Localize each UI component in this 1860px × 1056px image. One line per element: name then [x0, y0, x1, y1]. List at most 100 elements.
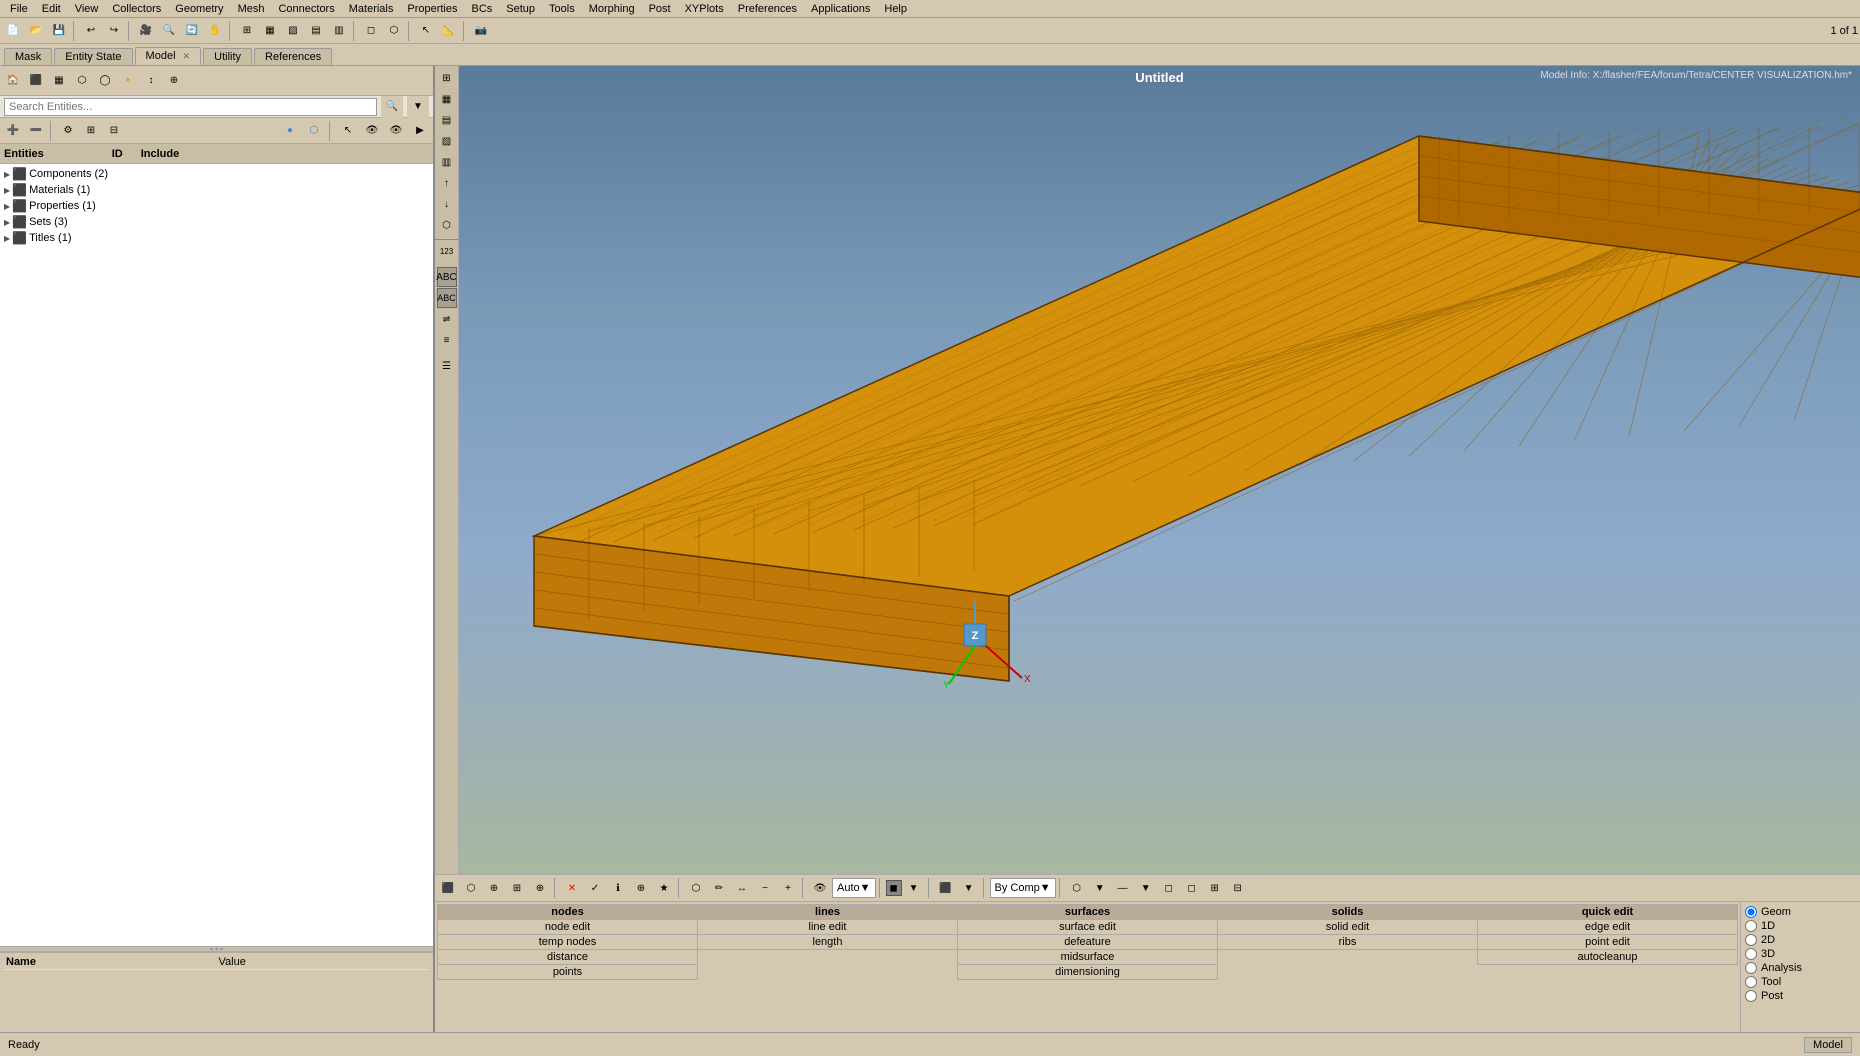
radio-analysis-input[interactable]: [1745, 962, 1757, 974]
menu-properties[interactable]: Properties: [401, 2, 463, 16]
vi-left[interactable]: ▧: [437, 131, 457, 151]
menu-preferences[interactable]: Preferences: [732, 2, 803, 16]
lt-mesh[interactable]: ⬡: [71, 70, 93, 92]
cmd-distance[interactable]: distance: [438, 950, 698, 965]
lt-home[interactable]: 🏠: [2, 70, 24, 92]
tab-mask[interactable]: Mask: [4, 48, 52, 65]
bt-color-dropdown[interactable]: ▼: [903, 877, 925, 899]
tb-camera[interactable]: 🎥: [135, 20, 157, 42]
cmd-point-edit[interactable]: point edit: [1478, 935, 1738, 950]
panel-resizer[interactable]: • • •: [0, 946, 433, 952]
bt-solid-dropdown[interactable]: ▼: [958, 877, 980, 899]
lt-bc[interactable]: 🔸: [117, 70, 139, 92]
menu-applications[interactable]: Applications: [805, 2, 876, 16]
bt-disp[interactable]: ⊞: [1204, 877, 1226, 899]
tree-components[interactable]: ▶ ⬛ Components (2): [2, 166, 431, 182]
cmd-dimensioning[interactable]: dimensioning: [958, 965, 1218, 980]
menu-edit[interactable]: Edit: [36, 2, 67, 16]
vi-iso[interactable]: ⬡: [437, 215, 457, 235]
bt-collect[interactable]: ⬛: [437, 877, 459, 899]
cmd-points[interactable]: points: [438, 965, 698, 980]
bt-pen[interactable]: ✏: [708, 877, 730, 899]
vi-more1[interactable]: ≡: [437, 330, 457, 350]
tb-undo[interactable]: ↩: [80, 20, 102, 42]
col-quickedit[interactable]: quick edit: [1478, 905, 1738, 920]
et-add[interactable]: ➕: [2, 120, 24, 142]
vi-abc1[interactable]: ABC: [437, 267, 457, 287]
tab-model[interactable]: Model ✕: [135, 47, 202, 65]
bt-view[interactable]: 👁: [809, 877, 831, 899]
tb-top[interactable]: ▤: [305, 20, 327, 42]
et-delete[interactable]: ➖: [25, 120, 47, 142]
menu-connectors[interactable]: Connectors: [272, 2, 340, 16]
menu-setup[interactable]: Setup: [500, 2, 541, 16]
et-collapse[interactable]: ⊟: [103, 120, 125, 142]
vi-top[interactable]: ↑: [437, 173, 457, 193]
tab-entity-state[interactable]: Entity State: [54, 48, 132, 65]
lt-geom[interactable]: ◯: [94, 70, 116, 92]
3d-viewport[interactable]: Untitled Model Info: X:/flasher/FEA/foru…: [459, 66, 1860, 874]
vi-front[interactable]: ▦: [437, 89, 457, 109]
search-button[interactable]: 🔍: [381, 96, 403, 118]
radio-tool-input[interactable]: [1745, 976, 1757, 988]
tab-references[interactable]: References: [254, 48, 332, 65]
col-lines[interactable]: lines: [698, 905, 958, 920]
radio-1d-input[interactable]: [1745, 920, 1757, 932]
tb-new[interactable]: 📄: [2, 20, 24, 42]
menu-tools[interactable]: Tools: [543, 2, 581, 16]
bycomp-dropdown[interactable]: ▼: [1040, 882, 1051, 894]
tb-select[interactable]: ↖: [415, 20, 437, 42]
menu-xyplots[interactable]: XYPlots: [679, 2, 730, 16]
et-eye1[interactable]: 👁: [361, 120, 383, 142]
bt-dash[interactable]: —: [1112, 877, 1134, 899]
tb-pan[interactable]: ✋: [204, 20, 226, 42]
vi-num[interactable]: 123: [437, 241, 457, 261]
menu-geometry[interactable]: Geometry: [169, 2, 229, 16]
bt-node[interactable]: ⊕: [630, 877, 652, 899]
cmd-temp-nodes[interactable]: temp nodes: [438, 935, 698, 950]
cmd-line-edit[interactable]: line edit: [698, 920, 958, 935]
et-props[interactable]: ⚙: [57, 120, 79, 142]
bt-group[interactable]: ⊞: [506, 877, 528, 899]
menu-help[interactable]: Help: [878, 2, 913, 16]
tb-open[interactable]: 📂: [25, 20, 47, 42]
tb-zoom[interactable]: 🔍: [158, 20, 180, 42]
vi-fit[interactable]: ⊞: [437, 68, 457, 88]
bt-delete[interactable]: ✕: [561, 877, 583, 899]
search-input[interactable]: [4, 98, 377, 116]
bt-3d-dropdown[interactable]: ▼: [1089, 877, 1111, 899]
radio-geom-input[interactable]: [1745, 906, 1757, 918]
tb-front[interactable]: ▦: [259, 20, 281, 42]
cmd-ribs[interactable]: ribs: [1218, 935, 1478, 950]
et-more[interactable]: ▶: [409, 120, 431, 142]
lt-comp[interactable]: ⬛: [25, 70, 47, 92]
radio-2d-input[interactable]: [1745, 934, 1757, 946]
menu-mesh[interactable]: Mesh: [232, 2, 271, 16]
lt-group[interactable]: ▦: [48, 70, 70, 92]
cmd-midsurface[interactable]: midsurface: [958, 950, 1218, 965]
lt-load[interactable]: ↕: [140, 70, 162, 92]
tb-wireframe[interactable]: ⬡: [383, 20, 405, 42]
vi-back[interactable]: ▤: [437, 110, 457, 130]
cmd-surface-edit[interactable]: surface edit: [958, 920, 1218, 935]
et-cursor[interactable]: ↖: [337, 120, 359, 142]
bt-comp[interactable]: ⬡: [460, 877, 482, 899]
menu-file[interactable]: File: [4, 2, 34, 16]
cmd-defeature[interactable]: defeature: [958, 935, 1218, 950]
et-expand[interactable]: ⊞: [80, 120, 102, 142]
tb-save[interactable]: 💾: [48, 20, 70, 42]
vi-right[interactable]: ▥: [437, 152, 457, 172]
status-model-btn[interactable]: Model: [1804, 1037, 1852, 1053]
bt-color1[interactable]: ◼: [886, 880, 902, 896]
bt-shade3[interactable]: ◻: [1181, 877, 1203, 899]
menu-post[interactable]: Post: [643, 2, 677, 16]
menu-morphing[interactable]: Morphing: [583, 2, 641, 16]
menu-collectors[interactable]: Collectors: [106, 2, 167, 16]
cmd-solid-edit[interactable]: solid edit: [1218, 920, 1478, 935]
bt-box[interactable]: ⬡: [685, 877, 707, 899]
et-elem-filter[interactable]: ⬡: [303, 120, 325, 142]
lt-sys[interactable]: ⊕: [163, 70, 185, 92]
menu-view[interactable]: View: [69, 2, 105, 16]
vi-abc2[interactable]: ABC: [437, 288, 457, 308]
et-eye2[interactable]: 👁: [385, 120, 407, 142]
